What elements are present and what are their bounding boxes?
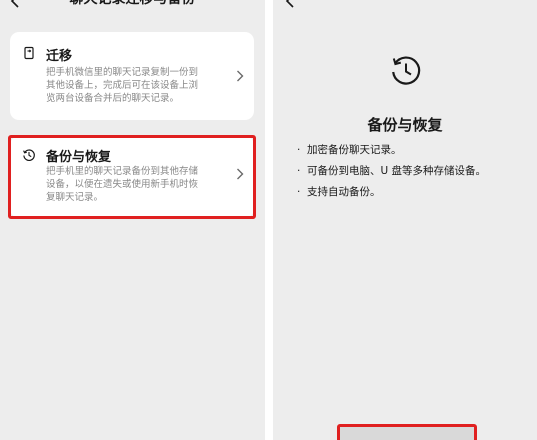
- backup-restore-screen: 备份与恢复 · 加密备份聊天记录。 · 可备份到电脑、U 盘等多种存储设备。 · 支持…: [273, 0, 537, 440]
- migrate-title: 迁移: [46, 49, 73, 64]
- migration-backup-screen: 聊天记录迁移与备份 迁移 把手机微信里的聊天记录复制一份到 其他设备上，完成后可…: [0, 0, 265, 440]
- feature-item: · 加密备份聊天记录。: [297, 144, 402, 156]
- chevron-right-icon: [237, 70, 244, 82]
- back-arrow-icon[interactable]: [283, 0, 297, 8]
- history-clock-icon: [392, 56, 421, 85]
- migrate-card[interactable]: 迁移 把手机微信里的聊天记录复制一份到 其他设备上，完成后可在该设备上浏 览两台…: [10, 32, 254, 120]
- feature-item: · 支持自动备份。: [297, 186, 381, 198]
- migrate-description: 把手机微信里的聊天记录复制一份到 其他设备上，完成后可在该设备上浏 览两台设备合…: [46, 67, 199, 104]
- page-title: 聊天记录迁移与备份: [0, 0, 265, 8]
- phone-transfer-icon: [24, 46, 34, 60]
- backup-restore-heading: 备份与恢复: [367, 116, 443, 134]
- highlight-annotation: [8, 135, 256, 219]
- highlight-annotation: [337, 424, 477, 440]
- feature-item: · 可备份到电脑、U 盘等多种存储设备。: [297, 165, 487, 177]
- feature-list: · 加密备份聊天记录。 · 可备份到电脑、U 盘等多种存储设备。 · 支持自动备份。: [297, 140, 527, 203]
